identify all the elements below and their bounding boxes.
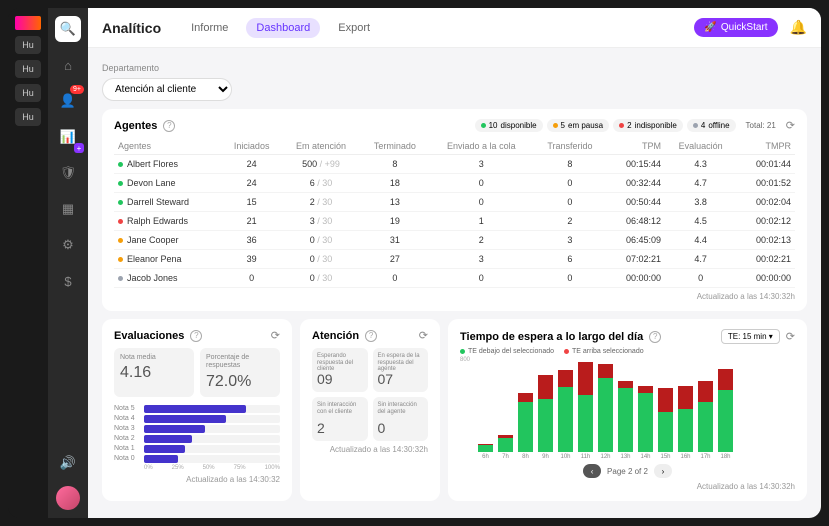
table-row[interactable]: Darrell Steward 152 / 30 1300 00:50:443.…: [114, 193, 795, 212]
search-icon[interactable]: 🔍: [55, 16, 81, 42]
notification-badge: 9+: [70, 85, 84, 94]
agents-title: Agentes: [114, 120, 157, 132]
help-icon[interactable]: ?: [365, 330, 377, 342]
wait-chart: 800: [460, 357, 795, 452]
agents-table: AgentesIniciadosEm atenciónTerminadoEnvi…: [114, 138, 795, 288]
table-row[interactable]: Devon Lane 246 / 30 1800 00:32:444.700:0…: [114, 174, 795, 193]
hbar-row: Nota 1: [114, 445, 280, 453]
status-total: Total: 21: [740, 121, 782, 130]
refresh-icon[interactable]: ⟳: [786, 119, 795, 132]
nav-rail: 🔍 ⌂ 👤9+ 📊+ 🛡 ▦ ⚙ $ 🔊: [48, 8, 88, 518]
gear-icon[interactable]: ⚙: [55, 232, 81, 258]
workspace-item[interactable]: Hu: [15, 108, 41, 126]
department-filter: Departamento Atención al cliente: [102, 58, 807, 101]
refresh-icon[interactable]: ⟳: [786, 330, 795, 343]
table-row[interactable]: Jacob Jones 00 / 30 000 00:00:00000:00:0…: [114, 269, 795, 288]
quickstart-button[interactable]: 🚀 QuickStart: [694, 18, 777, 37]
dollar-icon[interactable]: $: [55, 268, 81, 294]
help-icon[interactable]: ?: [163, 120, 175, 132]
bell-icon[interactable]: 🔔: [790, 19, 807, 36]
tab-export[interactable]: Export: [328, 18, 380, 38]
topbar-tabs: Informe Dashboard Export: [181, 18, 380, 38]
avatar[interactable]: [56, 486, 80, 510]
shield-icon[interactable]: 🛡: [55, 160, 81, 186]
workspace-item[interactable]: Hu: [15, 36, 41, 54]
tab-informe[interactable]: Informe: [181, 18, 238, 38]
department-select[interactable]: Atención al cliente: [102, 78, 232, 101]
tab-dashboard[interactable]: Dashboard: [246, 18, 320, 38]
metric-pct: Porcentaje de respuestas 72.0%: [200, 348, 280, 397]
te-select[interactable]: TE: 15 min ▾: [721, 329, 780, 344]
status-paused: 5 em pausa: [547, 119, 610, 132]
workspace-rail: Hu Hu Hu Hu: [8, 8, 48, 518]
table-row[interactable]: Albert Flores 24500 / +99 838 00:15:444.…: [114, 155, 795, 174]
hbar-row: Nota 4: [114, 415, 280, 423]
atencion-card: Atención ? ⟳ Esperando respuesta del cli…: [300, 319, 440, 501]
workspace-item[interactable]: Hu: [15, 84, 41, 102]
table-row[interactable]: Ralph Edwards 213 / 30 1912 06:48:124.50…: [114, 212, 795, 231]
aten-title: Atención: [312, 330, 359, 342]
aten-updated: Actualizado a las 14:30:32h: [312, 445, 428, 454]
help-icon[interactable]: ?: [190, 330, 202, 342]
apps-icon[interactable]: ▦: [55, 196, 81, 222]
refresh-icon[interactable]: ⟳: [271, 329, 280, 342]
table-row[interactable]: Eleanor Pena 390 / 30 2736 07:02:214.700…: [114, 250, 795, 269]
hbar-row: Nota 3: [114, 425, 280, 433]
status-pills: 10 disponible 5 em pausa 2 indisponible …: [475, 119, 795, 132]
wait-title: Tiempo de espera a lo largo del día: [460, 331, 643, 343]
wait-card: Tiempo de espera a lo largo del día ? TE…: [448, 319, 807, 501]
hbar-row: Nota 2: [114, 435, 280, 443]
agents-updated: Actualizado a las 14:30:32h: [114, 292, 795, 301]
aten-box: En espera de la respuesta del agente07: [373, 348, 429, 392]
evaluaciones-card: Evaluaciones ? ⟳ Nota media 4.16 Porcent…: [102, 319, 292, 501]
pager-prev[interactable]: ‹: [583, 464, 601, 478]
eval-title: Evaluaciones: [114, 330, 184, 342]
topbar: Analítico Informe Dashboard Export 🚀 Qui…: [88, 8, 821, 48]
plus-badge: +: [74, 143, 84, 153]
home-icon[interactable]: ⌂: [55, 52, 81, 78]
eval-updated: Actualizado a las 14:30:32: [114, 475, 280, 484]
metric-media: Nota media 4.16: [114, 348, 194, 397]
table-row[interactable]: Jane Cooper 360 / 30 3123 06:45:094.400:…: [114, 231, 795, 250]
chart-pager: ‹ Page 2 of 2 ›: [460, 464, 795, 478]
aten-box: Esperando respuesta del cliente09: [312, 348, 368, 392]
status-unavailable: 2 indisponible: [613, 119, 683, 132]
agent-icon[interactable]: 👤9+: [55, 88, 81, 114]
chart-icon[interactable]: 📊+: [55, 124, 81, 150]
help-icon[interactable]: ?: [649, 331, 661, 343]
wait-updated: Actualizado a las 14:30:32h: [460, 482, 795, 491]
volume-icon[interactable]: 🔊: [55, 450, 81, 476]
agents-card: Agentes ? 10 disponible 5 em pausa 2 ind…: [102, 109, 807, 311]
aten-box: Sin interacción con el cliente2: [312, 397, 368, 441]
chart-legend: TE debajo del seleccionado TE arriba sel…: [460, 348, 795, 355]
hbar-row: Nota 5: [114, 405, 280, 413]
department-label: Departamento: [102, 63, 159, 73]
logo: [15, 16, 41, 30]
page-title: Analítico: [102, 20, 161, 36]
pager-text: Page 2 of 2: [607, 467, 648, 476]
aten-box: Sin interacción del agente0: [373, 397, 429, 441]
pager-next[interactable]: ›: [654, 464, 672, 478]
status-available: 10 disponible: [475, 119, 543, 132]
status-offline: 4 offline: [687, 119, 736, 132]
workspace-item[interactable]: Hu: [15, 60, 41, 78]
hbar-row: Nota 0: [114, 455, 280, 463]
refresh-icon[interactable]: ⟳: [419, 329, 428, 342]
